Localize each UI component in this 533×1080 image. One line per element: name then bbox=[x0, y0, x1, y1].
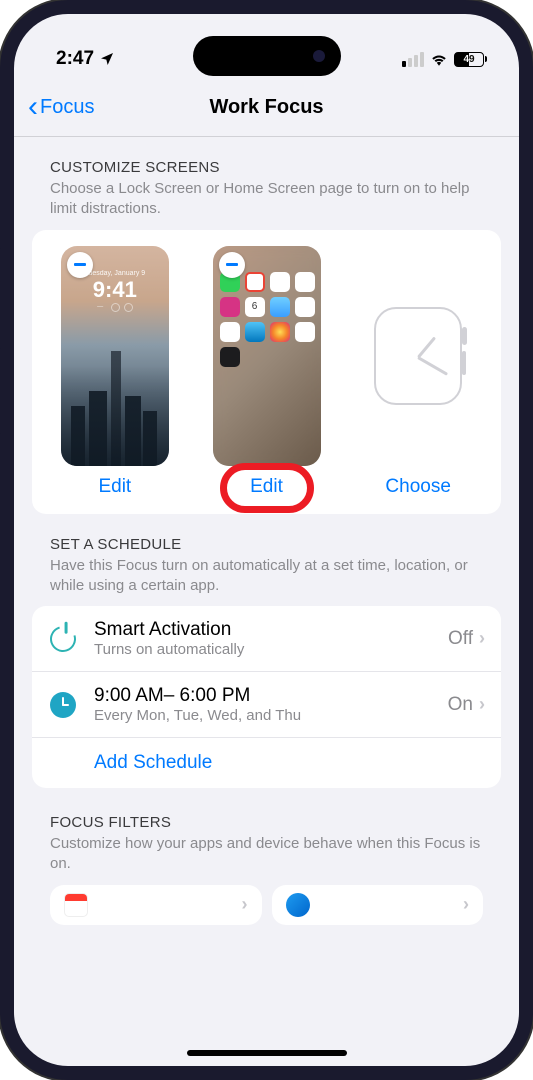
calendar-filter-card[interactable]: › bbox=[50, 885, 262, 925]
smart-sub: Turns on automatically bbox=[94, 641, 432, 658]
content: CUSTOMIZE SCREENS Choose a Lock Screen o… bbox=[14, 137, 519, 1059]
chevron-left-icon: ‹ bbox=[28, 92, 38, 122]
calendar-icon bbox=[64, 893, 88, 917]
watch-outline-icon bbox=[374, 307, 462, 405]
smart-title: Smart Activation bbox=[94, 619, 432, 641]
filters-desc: Customize how your apps and device behav… bbox=[32, 834, 501, 885]
back-button[interactable]: ‹ Focus bbox=[28, 92, 94, 122]
choose-watch-button[interactable]: Choose bbox=[385, 476, 451, 498]
dynamic-island bbox=[193, 36, 341, 76]
schedule-desc: Have this Focus turn on automatically at… bbox=[32, 556, 501, 607]
time-schedule-row[interactable]: 9:00 AM– 6:00 PM Every Mon, Tue, Wed, an… bbox=[32, 672, 501, 738]
home-screen-item: 6 Edit bbox=[196, 246, 338, 498]
side-button-vol-up bbox=[0, 280, 1, 350]
chevron-right-icon: › bbox=[479, 628, 485, 649]
smart-state: Off bbox=[448, 628, 473, 650]
filters-section: FOCUS FILTERS Customize how your apps an… bbox=[14, 788, 519, 925]
home-indicator[interactable] bbox=[187, 1050, 347, 1056]
chevron-right-icon: › bbox=[463, 894, 469, 915]
page-title: Work Focus bbox=[209, 96, 323, 119]
watch-face-item: Choose bbox=[347, 246, 489, 498]
chevron-right-icon: › bbox=[479, 694, 485, 715]
back-label: Focus bbox=[40, 96, 94, 119]
filters-header: FOCUS FILTERS bbox=[50, 814, 171, 831]
add-schedule-button[interactable]: Add Schedule bbox=[32, 738, 501, 788]
cellular-icon bbox=[402, 52, 424, 67]
time-title: 9:00 AM– 6:00 PM bbox=[94, 685, 432, 707]
side-button-vol-down bbox=[0, 365, 1, 435]
home-screen-thumb[interactable]: 6 bbox=[213, 246, 321, 466]
smart-activation-row[interactable]: Smart Activation Turns on automatically … bbox=[32, 606, 501, 672]
watch-thumb[interactable] bbox=[364, 246, 472, 466]
lock-screen-thumb[interactable]: Tuesday, January 9 9:41 — bbox=[61, 246, 169, 466]
schedule-section: SET A SCHEDULE Have this Focus turn on a… bbox=[14, 514, 519, 789]
edit-home-button[interactable]: Edit bbox=[250, 476, 283, 498]
safari-filter-card[interactable]: › bbox=[272, 885, 484, 925]
remove-lock-button[interactable] bbox=[67, 252, 93, 278]
status-time: 2:47 bbox=[56, 48, 94, 70]
nav-bar: ‹ Focus Work Focus bbox=[14, 80, 519, 137]
highlight-annotation bbox=[220, 463, 314, 513]
remove-home-button[interactable] bbox=[219, 252, 245, 278]
safari-icon bbox=[286, 893, 310, 917]
customize-section: CUSTOMIZE SCREENS Choose a Lock Screen o… bbox=[14, 137, 519, 514]
time-sub: Every Mon, Tue, Wed, and Thu bbox=[94, 707, 432, 724]
screens-card: Tuesday, January 9 9:41 — Ed bbox=[32, 230, 501, 514]
clock-icon bbox=[50, 692, 76, 718]
power-icon bbox=[45, 621, 80, 656]
lock-screen-item: Tuesday, January 9 9:41 — Ed bbox=[44, 246, 186, 498]
side-button-silent bbox=[0, 210, 1, 250]
screen: 2:47 49 ‹ Focus Work Focus bbox=[14, 14, 519, 1066]
customize-desc: Choose a Lock Screen or Home Screen page… bbox=[32, 179, 501, 230]
location-icon bbox=[99, 51, 115, 67]
schedule-card: Smart Activation Turns on automatically … bbox=[32, 606, 501, 788]
wifi-icon bbox=[430, 52, 448, 66]
time-state: On bbox=[448, 694, 473, 716]
battery-icon: 49 bbox=[454, 52, 487, 67]
edit-lock-button[interactable]: Edit bbox=[98, 476, 131, 498]
schedule-header: SET A SCHEDULE bbox=[50, 536, 181, 553]
iphone-frame: 2:47 49 ‹ Focus Work Focus bbox=[0, 0, 533, 1080]
customize-header: CUSTOMIZE SCREENS bbox=[50, 159, 220, 176]
chevron-right-icon: › bbox=[242, 894, 248, 915]
